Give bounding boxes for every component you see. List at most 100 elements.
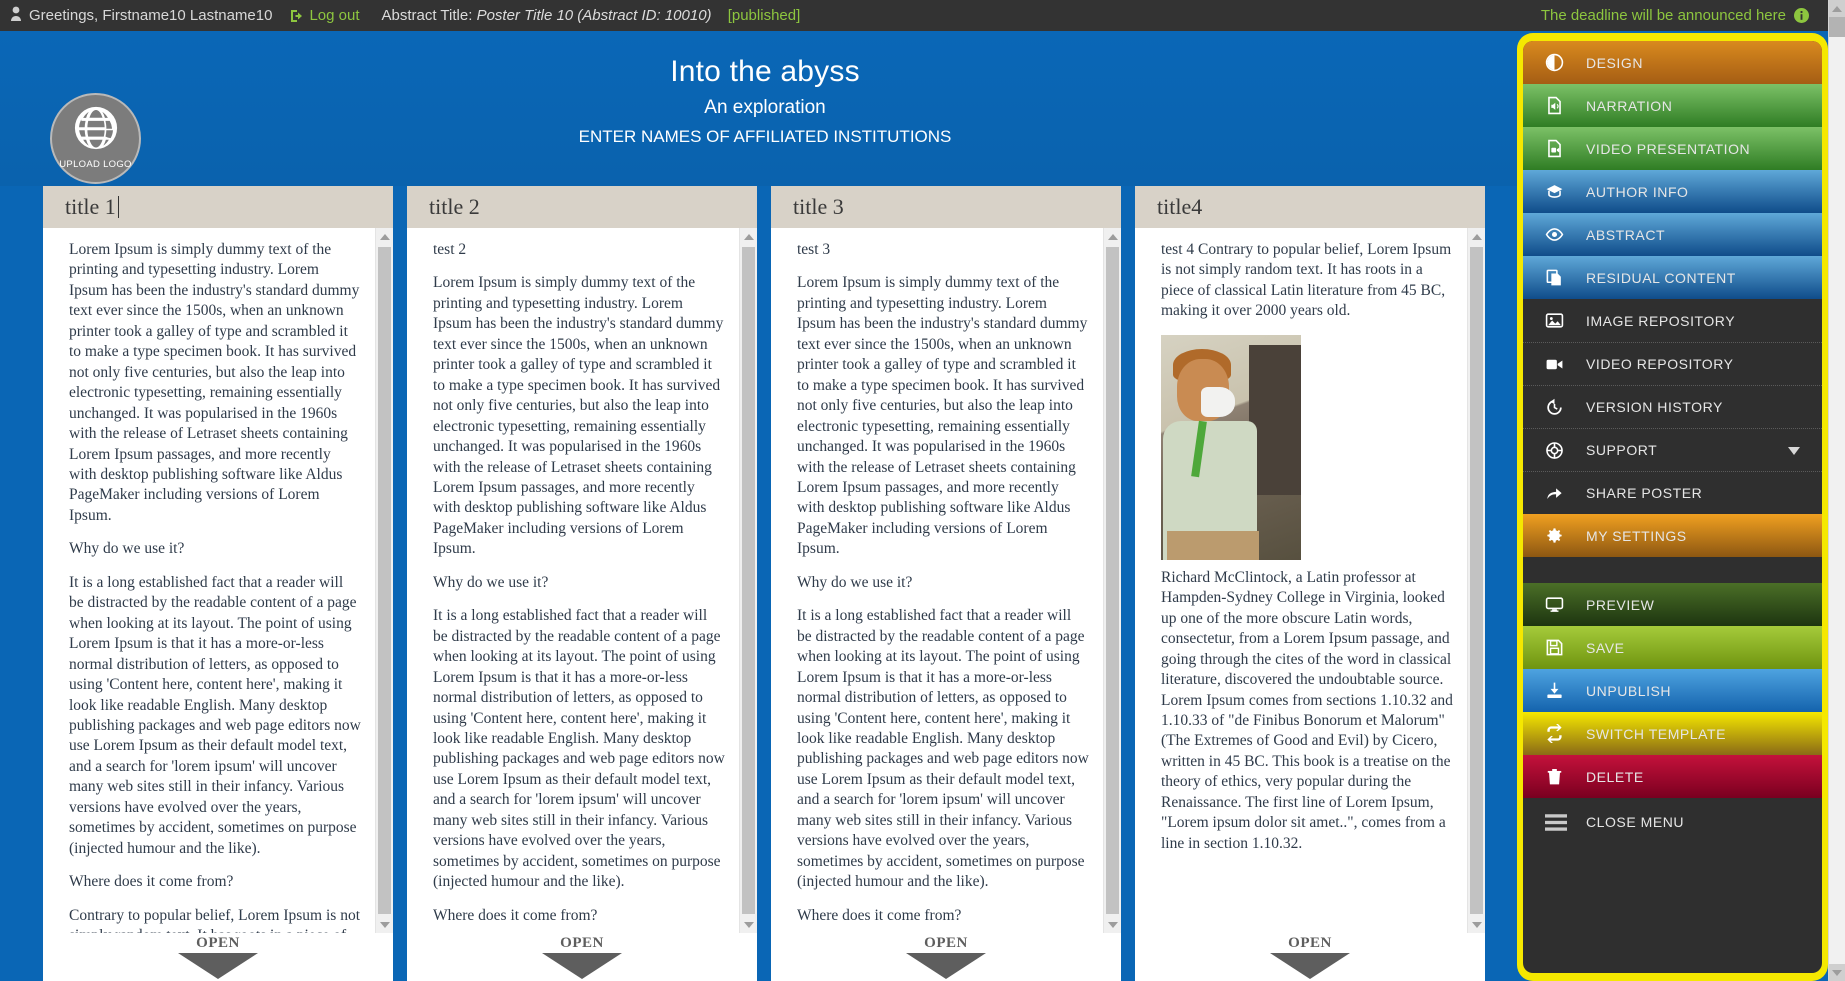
menu-item-support[interactable]: SUPPORT — [1523, 428, 1822, 471]
column-scroll-down-button[interactable] — [740, 916, 757, 933]
poster-subtitle[interactable]: An exploration — [0, 97, 1530, 119]
open-label: OPEN — [1288, 935, 1332, 951]
open-label: OPEN — [924, 935, 968, 951]
menu-item-abstract[interactable]: ABSTRACT — [1523, 213, 1822, 256]
column-scroll-up-button[interactable] — [376, 228, 393, 245]
menu-item-delete[interactable]: DELETE — [1523, 755, 1822, 798]
column-body: test 2 Lorem Ipsum is simply dummy text o… — [407, 228, 757, 933]
paragraph: Contrary to popular belief, Lorem Ipsum … — [69, 906, 360, 933]
column-scrollbar[interactable] — [1103, 228, 1121, 933]
column-title-input[interactable]: title4 — [1135, 186, 1485, 228]
column-scroll-down-button[interactable] — [1104, 916, 1121, 933]
scroll-up-button[interactable] — [1829, 0, 1845, 17]
contrast-icon — [1545, 53, 1575, 72]
chevron-down-icon[interactable] — [1788, 442, 1800, 458]
column-open-button[interactable]: OPEN — [43, 933, 393, 981]
paragraph: Why do we use it? — [797, 573, 913, 591]
menu-item-switch-template[interactable]: SWITCH TEMPLATE — [1523, 712, 1822, 755]
column-scroll-down-button[interactable] — [1468, 916, 1485, 933]
menu-item-save[interactable]: SAVE — [1523, 626, 1822, 669]
column-scroll-thumb[interactable] — [1470, 247, 1483, 914]
menu-item-video-repository[interactable]: VIDEO REPOSITORY — [1523, 342, 1822, 385]
page-scrollbar[interactable] — [1828, 0, 1845, 981]
menu-item-preview[interactable]: PREVIEW — [1523, 583, 1822, 626]
video-camera-icon — [1545, 355, 1575, 374]
menu-item-version-history[interactable]: VERSION HISTORY — [1523, 385, 1822, 428]
column-title-text: title4 — [1157, 194, 1203, 219]
menu-item-close-menu[interactable]: CLOSE MENU — [1523, 798, 1822, 846]
column-open-button[interactable]: OPEN — [407, 933, 757, 981]
open-label: OPEN — [196, 935, 240, 951]
column-title-input[interactable]: title 3 — [771, 186, 1121, 228]
paragraph: Richard McClintock, a Latin professor at… — [1161, 568, 1453, 852]
poster-header-text: Into the abyss An exploration ENTER NAME… — [0, 31, 1530, 147]
logout-button[interactable]: Log out — [290, 7, 360, 24]
menu-item-my-settings[interactable]: MY SETTINGS — [1523, 514, 1822, 557]
menu-item-residual-content[interactable]: RESIDUAL CONTENT — [1523, 256, 1822, 299]
column-scroll-up-button[interactable] — [1468, 228, 1485, 245]
menu-item-video-presentation[interactable]: VIDEO PRESENTATION — [1523, 127, 1822, 170]
column-title-input[interactable]: title 1 — [43, 186, 393, 228]
abstract-title-value: Poster Title 10 (Abstract ID: 10010) — [476, 7, 712, 24]
poster-institutions[interactable]: ENTER NAMES OF AFFILIATED INSTITUTIONS — [0, 127, 1530, 147]
info-icon[interactable] — [1794, 8, 1809, 23]
column-title-input[interactable]: title 2 — [407, 186, 757, 228]
column-scroll-thumb[interactable] — [742, 247, 755, 914]
menu-item-label: PREVIEW — [1586, 596, 1655, 613]
column-scrollbar[interactable] — [375, 228, 393, 933]
column-text-area[interactable]: Lorem Ipsum is simply dummy text of the … — [43, 228, 375, 933]
column-scrollbar[interactable] — [739, 228, 757, 933]
poster-column: title4 test 4 Contrary to popular belief,… — [1135, 186, 1485, 981]
abstract-title-block: Abstract Title: Poster Title 10 (Abstrac… — [382, 7, 801, 24]
menu-item-author-info[interactable]: AUTHOR INFO — [1523, 170, 1822, 213]
column-scrollbar[interactable] — [1467, 228, 1485, 933]
chevron-down-icon — [906, 953, 986, 979]
logout-label[interactable]: Log out — [309, 7, 359, 24]
column-open-button[interactable]: OPEN — [771, 933, 1121, 981]
graduation-cap-icon — [1545, 182, 1575, 201]
column-text-area[interactable]: test 3 Lorem Ipsum is simply dummy text o… — [771, 228, 1103, 933]
swap-icon — [1545, 724, 1575, 743]
paragraph: Lorem Ipsum is simply dummy text of the … — [69, 241, 360, 524]
menu-item-image-repository[interactable]: IMAGE REPOSITORY — [1523, 299, 1822, 342]
menu-item-unpublish[interactable]: UNPUBLISH — [1523, 669, 1822, 712]
menu-item-label: VERSION HISTORY — [1586, 399, 1723, 415]
menu-item-label: ABSTRACT — [1586, 226, 1666, 243]
menu-item-share-poster[interactable]: SHARE POSTER — [1523, 471, 1822, 514]
paragraph: It is a long established fact that a rea… — [797, 607, 1089, 891]
menu-item-label: DELETE — [1586, 768, 1644, 785]
menu-item-label: AUTHOR INFO — [1586, 183, 1689, 200]
user-icon — [10, 6, 22, 26]
menu-item-label: UNPUBLISH — [1586, 682, 1672, 699]
floppy-disk-icon — [1545, 638, 1575, 657]
paragraph: It is a long established fact that a rea… — [69, 573, 361, 857]
video-file-icon — [1545, 139, 1575, 158]
menu-item-label: RESIDUAL CONTENT — [1586, 269, 1736, 286]
top-bar: Greetings, Firstname10 Lastname10 Log ou… — [0, 0, 1845, 31]
menu-item-design[interactable]: DESIGN — [1523, 41, 1822, 84]
abstract-label: Abstract Title: — [381, 7, 473, 24]
column-scroll-thumb[interactable] — [1106, 247, 1119, 914]
greeting-text: Greetings, Firstname10 Lastname10 — [29, 7, 273, 24]
menu-item-label: DESIGN — [1586, 54, 1643, 71]
column-text-area[interactable]: test 2 Lorem Ipsum is simply dummy text o… — [407, 228, 739, 933]
column-scroll-down-button[interactable] — [376, 916, 393, 933]
status-badge: [published] — [727, 7, 801, 24]
poster-title[interactable]: Into the abyss — [0, 55, 1530, 89]
column-text-area[interactable]: test 4 Contrary to popular belief, Lorem… — [1135, 228, 1467, 933]
paragraph: test 4 Contrary to popular belief, Lorem… — [1161, 241, 1452, 320]
share-arrow-icon — [1545, 484, 1575, 503]
menu-item-narration[interactable]: NARRATION — [1523, 84, 1822, 127]
menu-item-label: VIDEO REPOSITORY — [1586, 356, 1734, 372]
paragraph: Lorem Ipsum is simply dummy text of the … — [797, 274, 1088, 558]
menu-item-label: SAVE — [1586, 639, 1625, 656]
scroll-thumb[interactable] — [1829, 17, 1845, 37]
paragraph: Where does it come from? — [797, 906, 962, 924]
paragraph: It is a long established fact that a rea… — [433, 607, 725, 891]
column-scroll-up-button[interactable] — [740, 228, 757, 245]
column-open-button[interactable]: OPEN — [1135, 933, 1485, 981]
chevron-down-icon — [178, 953, 258, 979]
column-scroll-thumb[interactable] — [378, 247, 391, 914]
scroll-down-button[interactable] — [1829, 964, 1845, 981]
column-scroll-up-button[interactable] — [1104, 228, 1121, 245]
